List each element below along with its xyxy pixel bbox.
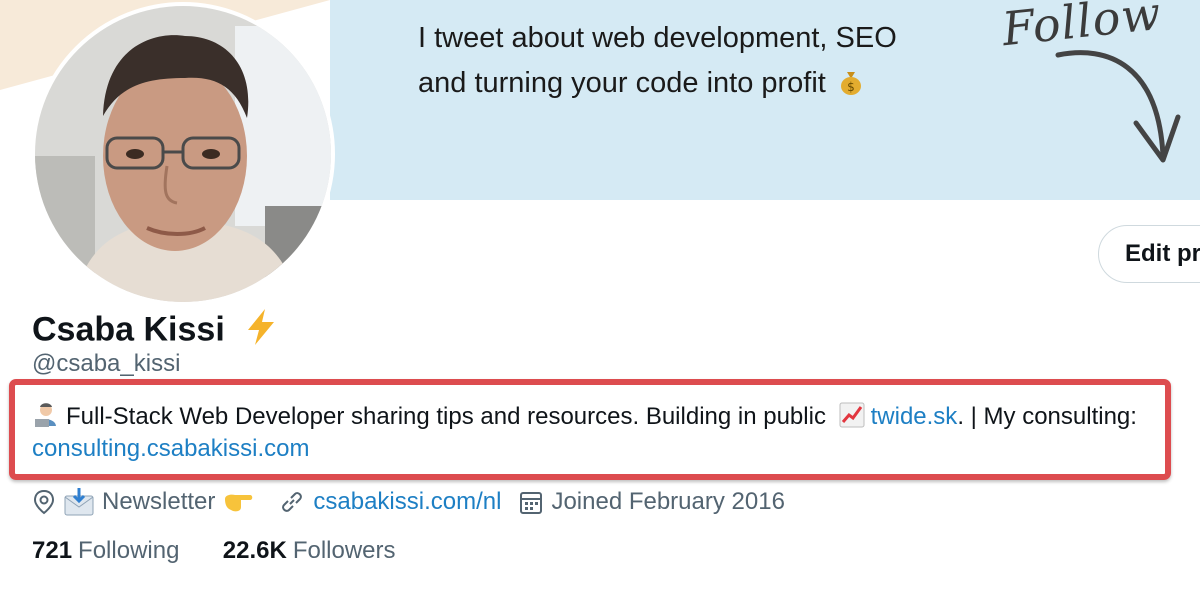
profile-meta-row: Newsletter csabakissi.com/nl Joined Febr… [32,486,803,518]
technologist-emoji-icon [32,402,60,435]
pointing-hand-emoji-icon [225,494,253,512]
banner-text-line1: I tweet about web development, SEO [418,22,897,54]
bio-link-twide[interactable]: twide.sk [871,403,958,430]
link-icon [282,492,303,512]
following-link[interactable]: 721 Following [32,537,186,564]
follow-stats: 721 Following 22.6K Followers [32,537,396,565]
bio-line2: consulting.csabakissi.com [32,435,309,463]
banner-text-line2: and turning your code into profit $ [418,67,862,103]
joined-text: Joined February 2016 [551,488,785,515]
followers-label: Followers [292,537,396,564]
chart-increasing-emoji-icon [839,402,865,435]
followers-link[interactable]: 22.6K Followers [223,537,396,564]
profile-name-text: Csaba Kissi [32,310,225,349]
bio-line1: Full-Stack Web Developer sharing tips an… [32,402,1160,435]
envelope-emoji-icon [64,488,94,516]
location-item: Newsletter [32,488,261,516]
website-link[interactable]: csabakissi.com/nl [313,488,501,516]
banner-text-line2-label: and turning your code into profit [418,67,826,99]
following-count: 721 [32,537,73,564]
followers-count: 22.6K [222,537,287,564]
website-item[interactable]: csabakissi.com/nl [279,488,501,516]
lightning-emoji-icon [244,308,278,355]
profile-name: Csaba Kissi [32,308,278,355]
profile-handle: @csaba_kissi [32,350,181,377]
profile-banner: I tweet about web development, SEO and t… [330,0,1200,200]
edit-profile-button[interactable]: Edit pr [1098,225,1200,283]
following-label: Following [78,537,180,564]
calendar-icon [520,492,543,514]
location-icon [33,489,55,515]
joined-item: Joined February 2016 [519,488,785,516]
avatar[interactable] [31,2,335,306]
bio-text-part1: Full-Stack Web Developer sharing tips an… [66,403,826,430]
svg-text:$: $ [847,80,855,94]
bio-link-consulting[interactable]: consulting.csabakissi.com [32,435,309,462]
arrow-icon [1055,50,1181,163]
money-bag-emoji-icon: $ [840,69,862,103]
bio-text-part2: . | My consulting: [957,403,1137,430]
location-text: Newsletter [102,488,216,515]
